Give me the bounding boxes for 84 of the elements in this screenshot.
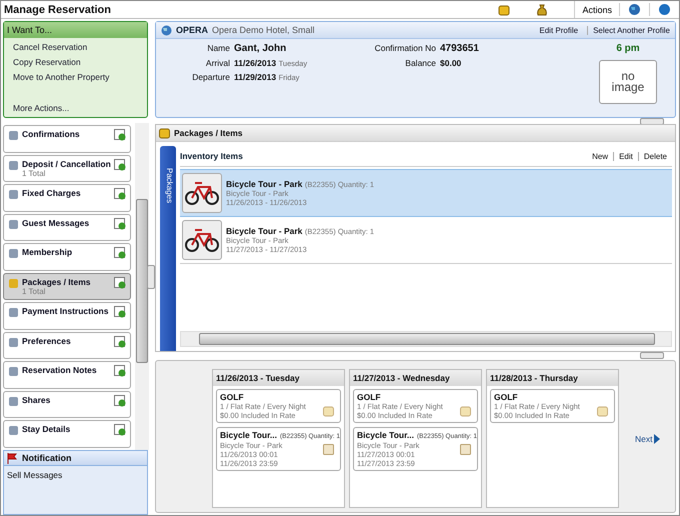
day-header: 11/27/2013 - Wednesday <box>353 373 450 383</box>
expand-button[interactable] <box>640 352 664 359</box>
no-image-label: no image <box>610 71 646 93</box>
field-label: Balance <box>404 58 436 68</box>
hotel-name: Opera Demo Hotel, Small <box>212 25 315 35</box>
add-icon[interactable] <box>114 218 126 230</box>
list-action-link[interactable]: Delete <box>638 152 667 160</box>
item-name: Bicycle Tour - Park <box>226 179 302 189</box>
section-label: Deposit / Cancellation <box>22 158 111 169</box>
section-label: Preferences <box>22 336 72 346</box>
section-item[interactable]: Confirmations <box>3 125 131 153</box>
departure-date: 11/29/2013 <box>234 72 276 82</box>
packages-tab[interactable]: Packages <box>160 146 176 351</box>
add-icon[interactable] <box>114 365 126 378</box>
section-item[interactable]: Fixed Charges <box>3 184 131 212</box>
horizontal-scrollbar[interactable] <box>180 331 672 347</box>
section-label: Reservation Notes <box>22 365 98 376</box>
field-label: Departure <box>191 72 230 82</box>
section-item[interactable]: Preferences <box>3 332 131 360</box>
notification-item[interactable]: Sell Messages <box>7 470 144 480</box>
window-title: Manage Reservation <box>3 4 111 16</box>
section-item[interactable]: Packages / Items 1 Total <box>3 272 131 300</box>
add-icon[interactable] <box>114 394 126 407</box>
panel-title: I Want To... <box>7 25 52 35</box>
section-item[interactable]: Shares <box>3 390 131 418</box>
add-icon[interactable] <box>114 306 126 318</box>
add-icon[interactable] <box>114 158 126 171</box>
section-label: Packages / Items <box>22 276 92 287</box>
section-label: Payment Instructions <box>22 306 110 316</box>
list-title: Inventory Items <box>180 151 243 161</box>
day-header: 11/28/2013 - Thursday <box>490 373 578 383</box>
hotel-code: OPERA <box>176 25 208 35</box>
add-icon[interactable] <box>114 336 126 348</box>
vertical-scrollbar[interactable] <box>135 123 149 450</box>
action-link[interactable]: Cancel Reservation <box>13 42 138 52</box>
guest-name: Gant, John <box>234 43 288 54</box>
day-header: 11/26/2013 - Tuesday <box>216 373 300 383</box>
panel-title: Notification <box>22 453 72 463</box>
confirmation-number: 4793651 <box>440 43 480 54</box>
entry-name: GOLF <box>494 392 519 402</box>
entry-name: GOLF <box>357 392 382 402</box>
section-count: 1 Total <box>22 286 46 296</box>
section-item[interactable]: Guest Messages <box>3 214 131 242</box>
money-bag-icon[interactable] <box>536 4 548 16</box>
entry-name: GOLF <box>220 392 245 402</box>
add-icon[interactable] <box>114 424 126 436</box>
section-label: Stay Details <box>22 424 72 434</box>
add-icon[interactable] <box>114 247 126 260</box>
arrow-right-icon <box>654 434 660 444</box>
section-count: 1 Total <box>22 168 46 178</box>
section-label: Fixed Charges <box>22 188 82 198</box>
more-actions-link[interactable]: More Actions... <box>13 103 138 113</box>
item-name: Bicycle Tour - Park <box>226 226 302 236</box>
section-label: Shares <box>22 394 52 405</box>
add-icon[interactable] <box>114 188 126 200</box>
field-label: Name <box>206 43 230 53</box>
entry-name: Bicycle Tour... <box>357 430 414 440</box>
add-icon[interactable] <box>114 276 126 289</box>
section-item[interactable]: Deposit / Cancellation 1 Total <box>3 154 131 182</box>
section-label: Confirmations <box>22 129 81 139</box>
action-link[interactable]: Move to Another Property <box>13 72 138 82</box>
globe-icon <box>161 24 172 36</box>
list-action-link[interactable]: New <box>592 152 608 160</box>
field-label: Arrival <box>204 58 230 68</box>
field-label: Confirmation No <box>374 43 436 53</box>
section-item[interactable]: Payment Instructions <box>3 302 131 330</box>
section-item[interactable]: Membership <box>3 243 131 271</box>
collapse-handle[interactable] <box>147 265 155 289</box>
arrival-date: 11/26/2013 <box>234 58 276 68</box>
action-link[interactable]: Copy Reservation <box>13 57 138 67</box>
profile-link[interactable]: Edit Profile <box>539 26 578 34</box>
section-item[interactable]: Stay Details <box>3 420 131 448</box>
section-item[interactable]: Reservation Notes <box>3 361 131 389</box>
balance-value: $0.00 <box>440 58 462 68</box>
flag-icon <box>7 452 17 464</box>
arrival-time: 6 pm <box>616 43 640 54</box>
entry-name: Bicycle Tour... <box>220 430 278 440</box>
panel-title: Packages / Items <box>174 128 243 138</box>
add-icon[interactable] <box>114 129 126 141</box>
list-action-link[interactable]: Edit <box>613 152 633 160</box>
section-label: Guest Messages <box>22 218 90 228</box>
profile-link[interactable]: Select Another Profile <box>587 26 670 34</box>
next-link[interactable]: Next <box>635 434 660 444</box>
section-label: Membership <box>22 247 74 258</box>
